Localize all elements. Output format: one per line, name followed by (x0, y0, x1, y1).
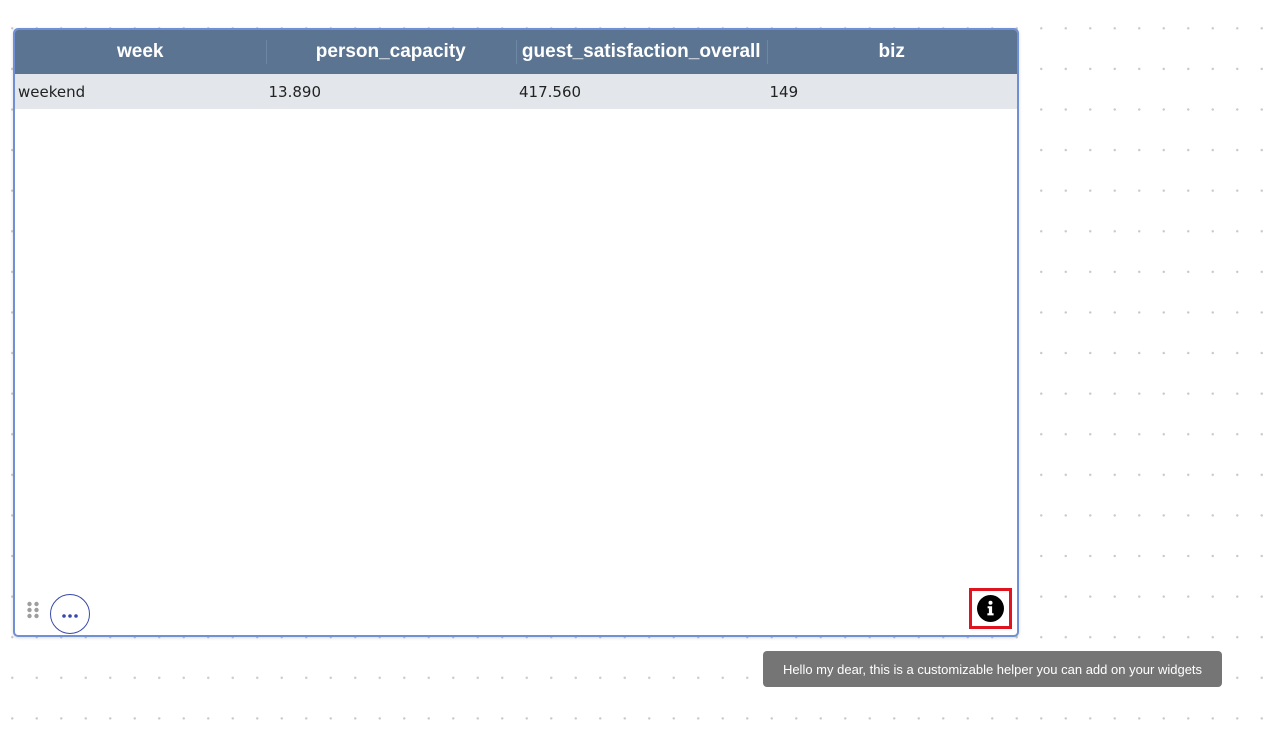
more-options-button[interactable] (50, 594, 90, 634)
helper-tooltip: Hello my dear, this is a customizable he… (763, 651, 1222, 687)
info-button[interactable] (969, 588, 1012, 629)
column-header-person-capacity[interactable]: person_capacity (265, 30, 517, 74)
table-row[interactable]: weekend 13.890 417.560 149 (15, 74, 1017, 109)
table-cell-week: weekend (18, 82, 86, 101)
info-icon (977, 595, 1004, 622)
column-header-week[interactable]: week (15, 30, 266, 74)
table-widget: week person_capacity guest_satisfaction_… (13, 28, 1019, 637)
table-header: week person_capacity guest_satisfaction_… (15, 30, 1017, 74)
more-horizontal-icon (62, 605, 78, 623)
table-cell-biz: 149 (769, 82, 799, 101)
column-header-biz[interactable]: biz (766, 30, 1018, 74)
table-cell-guest-satisfaction-overall: 417.560 (519, 82, 582, 101)
column-header-guest-satisfaction-overall[interactable]: guest_satisfaction_overall (516, 30, 767, 74)
drag-handle-icon[interactable] (26, 601, 40, 619)
table-cell-person-capacity: 13.890 (268, 82, 322, 101)
